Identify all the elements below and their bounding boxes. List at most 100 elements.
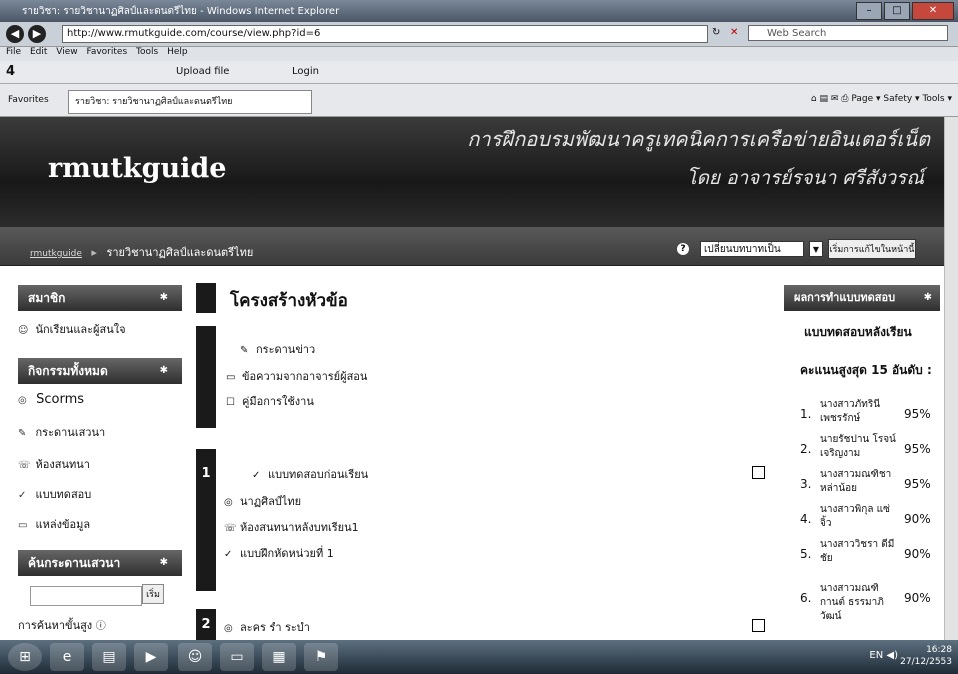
sidebar-item-forums[interactable]: ✎ กระดานเสวนา — [18, 423, 105, 441]
explorer-icon[interactable]: ▤ — [92, 643, 126, 671]
rank-number: 5. — [800, 547, 812, 561]
rank-score: 90% — [904, 591, 931, 605]
refresh-icon[interactable]: ↻ — [712, 27, 720, 38]
media-icon[interactable]: ▶ — [134, 643, 168, 671]
quiz-icon: ✓ — [224, 549, 233, 560]
activity-news-forum[interactable]: ✎ กระดานข่าว — [240, 340, 315, 358]
users-icon[interactable]: ☺ — [178, 643, 212, 671]
rank-row: 6. นางสาวมณฑิกานต์ ธรรมาภิวัฒน์ 90% — [800, 582, 945, 630]
home-icon[interactable]: ⌂ — [811, 94, 817, 104]
upload-button[interactable]: Upload file — [176, 66, 229, 77]
rank-name[interactable]: นางสาวภัทรินี เพชรรักษ์ — [820, 398, 900, 426]
volume-icon[interactable]: ◀) — [886, 650, 898, 661]
activity-label: แบบฝึกหัดหน่วยที่ 1 — [240, 547, 334, 560]
page-menu[interactable]: Page — [851, 94, 873, 104]
sidebar-item-quizzes[interactable]: ✓ แบบทดสอบ — [18, 485, 91, 503]
completion-checkbox[interactable] — [752, 619, 765, 632]
sidebar-item-scorms[interactable]: ◎ Scorms — [18, 392, 84, 407]
activity-pretest[interactable]: ✓ แบบทดสอบก่อนเรียน — [252, 465, 368, 483]
document-icon[interactable]: ▭ — [220, 643, 254, 671]
collapse-icon[interactable]: ✱ — [160, 550, 168, 576]
web-search-input[interactable]: Web Search — [748, 25, 948, 41]
browser-tab[interactable]: รายวิชา: รายวิชานาฏศิลป์และดนตรีไทย — [68, 90, 312, 114]
menu-file[interactable]: File — [6, 47, 21, 57]
page-scrollbar[interactable] — [944, 117, 958, 640]
breadcrumb: rmutkguide ▸ รายวิชานาฏศิลป์และดนตรีไทย — [30, 243, 253, 261]
rank-name[interactable]: นางสาววิชรา ดีมีชัย — [820, 538, 900, 566]
breadcrumb-home-link[interactable]: rmutkguide — [30, 249, 82, 259]
menu-favorites[interactable]: Favorites — [86, 47, 127, 57]
activity-label: แบบทดสอบก่อนเรียน — [268, 468, 369, 481]
completion-checkbox[interactable] — [752, 466, 765, 479]
section-number: 2 — [201, 617, 211, 632]
close-button[interactable]: ✕ — [912, 2, 954, 20]
safety-menu[interactable]: Safety — [883, 94, 912, 104]
rank-name[interactable]: นางสาวพิกุล แซ่จิ้ว — [820, 503, 900, 531]
site-byline: โดย อาจารย์รจนา ศรีสังวรณ์ — [686, 167, 924, 189]
sidebar-item-chats[interactable]: ☏ ห้องสนทนา — [18, 455, 90, 473]
forward-icon[interactable]: ▶ — [28, 25, 46, 43]
advanced-search-label: การค้นหาขั้นสูง — [18, 619, 93, 632]
activity-thai-dance[interactable]: ◎ นาฏศิลป์ไทย — [224, 492, 301, 510]
sidebar-item-label: นักเรียนและผู้สนใจ — [35, 323, 126, 336]
url-input[interactable]: http://www.rmutkguide.com/course/view.ph… — [62, 25, 708, 43]
edit-page-button[interactable]: เริ่มการแก้ไขในหน้านี้ — [828, 239, 916, 259]
rank-row: 1. นางสาวภัทรินี เพชรรักษ์ 95% — [800, 398, 945, 432]
minimize-button[interactable]: – — [856, 2, 882, 20]
section-0-bar — [196, 326, 216, 428]
activity-drama-dance[interactable]: ◎ ละคร รำ ระบำ — [224, 618, 310, 636]
scorm-icon: ◎ — [224, 497, 233, 508]
help-icon[interactable]: ? — [677, 243, 689, 255]
chevron-down-icon[interactable]: ▼ — [809, 241, 823, 257]
favorites-button[interactable]: Favorites — [8, 95, 49, 105]
sidebar-item-resources[interactable]: ▭ แหล่งข้อมูล — [18, 515, 90, 533]
print-icon[interactable]: ⎙ — [841, 94, 848, 104]
forum-search-input[interactable] — [30, 586, 142, 606]
language-indicator[interactable]: EN — [869, 650, 883, 661]
activity-label: ข้อความจากอาจารย์ผู้สอน — [242, 370, 368, 383]
menu-tools[interactable]: Tools — [136, 47, 158, 57]
login-button[interactable]: Login — [292, 66, 319, 77]
help-icon[interactable]: ⓘ — [96, 621, 106, 632]
menu-view[interactable]: View — [56, 47, 77, 57]
activity-chat-room-1[interactable]: ☏ ห้องสนทนาหลังบทเรียน1 — [224, 518, 359, 536]
sidebar-item-participants[interactable]: ☺ นักเรียนและผู้สนใจ — [18, 320, 126, 338]
quiz-name-link[interactable]: แบบทดสอบหลังเรียน — [804, 323, 912, 342]
maximize-button[interactable]: □ — [884, 2, 910, 20]
members-block-header: สมาชิก ✱ — [18, 285, 182, 311]
rank-score: 90% — [904, 547, 931, 561]
tools-menu[interactable]: Tools — [922, 94, 944, 104]
forum-search-go-button[interactable]: เริ่ม — [142, 584, 164, 604]
feeds-icon[interactable]: ▤ — [819, 94, 828, 104]
stop-icon[interactable]: ✕ — [730, 27, 738, 38]
scorm-icon: ◎ — [18, 395, 27, 406]
back-icon[interactable]: ◀ — [6, 25, 24, 43]
activity-exercise-1[interactable]: ✓ แบบฝึกหัดหน่วยที่ 1 — [224, 544, 334, 562]
site-logo[interactable]: rmutkguide — [48, 153, 226, 184]
activities-block-title: กิจกรรมทั้งหมด — [28, 364, 108, 378]
menu-edit[interactable]: Edit — [30, 47, 47, 57]
collapse-icon[interactable]: ✱ — [160, 285, 168, 311]
rank-name[interactable]: นางสาวมณฑิชา หล่าน้อย — [820, 468, 900, 496]
collapse-icon[interactable]: ✱ — [160, 358, 168, 384]
system-tray: EN ◀) — [869, 650, 898, 661]
forum-icon: ✎ — [240, 345, 249, 356]
clock[interactable]: 16:28 27/12/2553 — [900, 644, 952, 668]
advanced-search-link[interactable]: การค้นหาขั้นสูง ⓘ — [18, 616, 106, 634]
command-bar: ⌂ ▤ ✉ ⎙ Page ▾ Safety ▾ Tools ▾ — [810, 94, 952, 104]
pdf-icon[interactable]: ⚑ — [304, 643, 338, 671]
page-title: โครงสร้างหัวข้อ — [230, 291, 348, 311]
rank-number: 4. — [800, 512, 812, 526]
start-button[interactable]: ⊞ — [8, 643, 42, 671]
activity-user-manual[interactable]: ☐ คู่มือการใช้งาน — [226, 392, 314, 410]
rank-name[interactable]: นายรัชปาน โรจน์เจริญงาม — [820, 433, 900, 461]
publisher-icon[interactable]: ▦ — [262, 643, 296, 671]
collapse-icon[interactable]: ✱ — [924, 285, 932, 311]
ie-icon[interactable]: e — [50, 643, 84, 671]
activity-teacher-message[interactable]: ▭ ข้อความจากอาจารย์ผู้สอน — [226, 367, 367, 385]
menu-help[interactable]: Help — [167, 47, 188, 57]
rank-name[interactable]: นางสาวมณฑิกานต์ ธรรมาภิวัฒน์ — [820, 582, 900, 624]
role-select[interactable]: เปลี่ยนบทบาทเป็น — [700, 241, 804, 257]
document-icon: ▭ — [226, 372, 236, 383]
mail-icon[interactable]: ✉ — [831, 94, 839, 104]
